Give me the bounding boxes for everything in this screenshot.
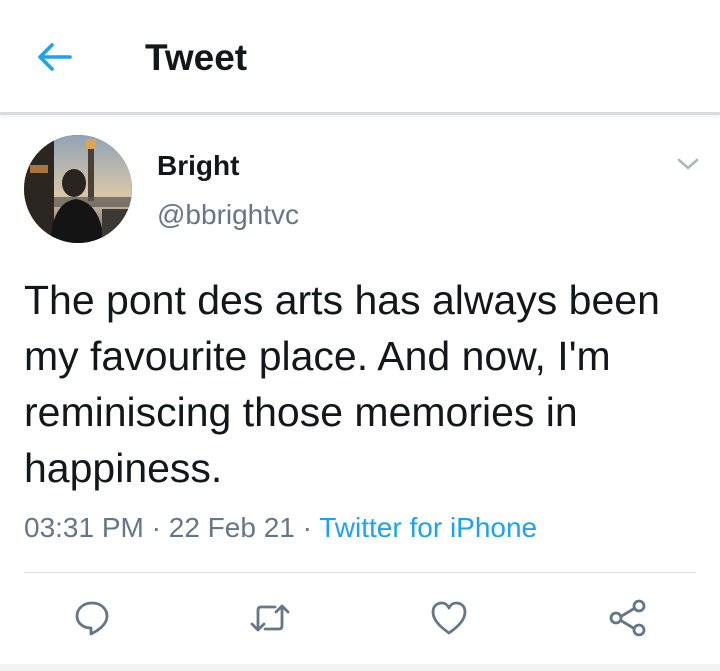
chevron-down-icon <box>677 158 699 170</box>
share-nodes-icon <box>609 599 646 637</box>
speech-bubble-icon <box>75 601 109 636</box>
share-button[interactable] <box>606 596 650 640</box>
meta-separator: · <box>302 512 312 543</box>
avatar[interactable] <box>24 135 132 243</box>
tweet-text: The pont des arts has always been my fav… <box>24 277 660 491</box>
tweet-source-link[interactable]: Twitter for iPhone <box>319 512 537 543</box>
top-app-bar: Tweet <box>0 0 720 115</box>
tweet-time: 03:31 PM <box>24 512 144 543</box>
divider <box>24 572 696 573</box>
like-button[interactable] <box>427 596 471 640</box>
author-handle[interactable]: @bbrightvc <box>157 198 299 232</box>
meta-separator: · <box>151 512 161 543</box>
retweet-button[interactable] <box>248 596 292 640</box>
retweet-arrows-icon <box>250 604 290 632</box>
page-title: Tweet <box>145 37 248 78</box>
reply-button[interactable] <box>70 596 114 640</box>
author-display-name[interactable]: Bright <box>157 149 239 183</box>
tweet-date: 22 Feb 21 <box>168 512 295 543</box>
arrow-left-icon <box>38 43 72 71</box>
section-separator <box>0 664 720 671</box>
more-options-button[interactable] <box>674 150 702 178</box>
avatar-photo <box>24 135 132 243</box>
back-button[interactable] <box>30 34 80 80</box>
heart-icon <box>431 601 467 635</box>
tweet-meta: 03:31 PM · 22 Feb 21 · Twitter for iPhon… <box>24 510 537 546</box>
